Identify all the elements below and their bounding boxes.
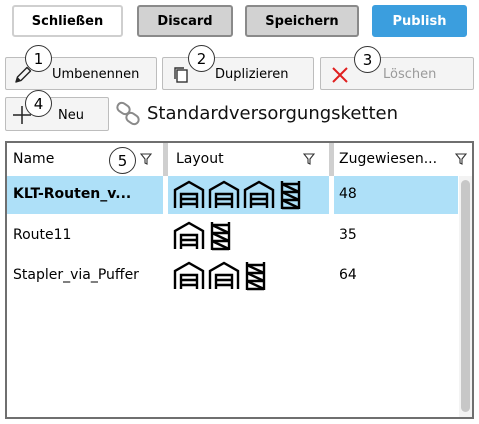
publish-button-label: Publish xyxy=(392,13,447,29)
layout-icons xyxy=(172,260,271,292)
rename-label: Umbenennen xyxy=(52,67,140,82)
assigned-cell: 48 xyxy=(334,176,458,214)
table-row[interactable]: Stapler_via_Puffer 64 xyxy=(7,257,458,295)
layout-cell xyxy=(168,257,329,295)
column-header-assigned-label: Zugewiesen... xyxy=(339,151,438,167)
publish-button[interactable]: Publish xyxy=(372,5,467,37)
scrollbar-thumb[interactable] xyxy=(461,180,470,412)
column-header-name[interactable]: Name xyxy=(7,143,163,176)
callout-badge-5: 5 xyxy=(109,147,136,174)
callout-badge-2: 2 xyxy=(188,45,215,72)
name-text: Route11 xyxy=(13,227,72,243)
close-button[interactable]: Schließen xyxy=(12,5,123,37)
callout-badge-4: 4 xyxy=(25,90,52,117)
column-header-layout[interactable]: Layout xyxy=(168,143,329,176)
new-button[interactable]: Neu xyxy=(5,97,109,131)
save-button[interactable]: Speichern xyxy=(245,5,359,37)
warehouse-icon xyxy=(243,180,275,208)
warehouse-icon xyxy=(173,180,205,208)
close-button-label: Schließen xyxy=(31,13,104,29)
name-cell: Stapler_via_Puffer xyxy=(7,257,163,295)
layout-icons xyxy=(172,179,306,211)
warehouse-icon xyxy=(208,261,240,289)
delete-label: Löschen xyxy=(383,67,437,82)
layout-icons xyxy=(172,220,236,252)
name-text: KLT-Routen_v... xyxy=(13,186,132,202)
save-button-label: Speichern xyxy=(265,13,339,29)
name-text: Stapler_via_Puffer xyxy=(13,267,139,283)
assigned-text: 35 xyxy=(339,227,357,243)
vertical-scrollbar[interactable] xyxy=(459,176,472,417)
duplicate-button[interactable]: Duplizieren xyxy=(162,57,314,90)
assigned-cell: 35 xyxy=(334,217,458,255)
table-row[interactable]: Route11 35 xyxy=(7,217,458,255)
callout-badge-1: 1 xyxy=(25,45,52,72)
column-header-layout-label: Layout xyxy=(176,151,224,167)
new-label: Neu xyxy=(58,108,84,123)
filter-icon[interactable] xyxy=(140,153,152,165)
rack-icon xyxy=(245,262,266,291)
copy-icon xyxy=(174,67,188,83)
column-header-assigned[interactable]: Zugewiesen... xyxy=(334,143,472,176)
callout-badge-3: 3 xyxy=(354,46,381,73)
table-row[interactable]: KLT-Routen_v... 48 xyxy=(7,176,458,214)
assigned-text: 48 xyxy=(339,186,357,202)
warehouse-icon xyxy=(173,221,205,249)
filter-icon[interactable] xyxy=(455,153,467,165)
duplicate-label: Duplizieren xyxy=(215,67,289,82)
delete-x-icon xyxy=(332,67,348,83)
assigned-cell: 64 xyxy=(334,257,458,295)
chain-link-icon xyxy=(116,101,140,126)
name-cell: Route11 xyxy=(7,217,163,255)
column-header-name-label: Name xyxy=(13,151,55,167)
warehouse-icon xyxy=(208,180,240,208)
assigned-text: 64 xyxy=(339,267,357,283)
layout-cell xyxy=(168,176,329,214)
warehouse-icon xyxy=(173,261,205,289)
layout-cell xyxy=(168,217,329,255)
page-title: Standardversorgungsketten xyxy=(147,103,398,124)
rack-icon xyxy=(210,222,231,251)
delete-button[interactable]: Löschen xyxy=(320,57,474,90)
discard-button-label: Discard xyxy=(157,13,213,29)
supply-chain-table: Name 5 Layout Zugewiesen... KLT-Routen_v… xyxy=(5,141,474,419)
discard-button[interactable]: Discard xyxy=(137,5,233,37)
rack-icon xyxy=(280,181,301,210)
filter-icon[interactable] xyxy=(303,153,315,165)
name-cell: KLT-Routen_v... xyxy=(7,176,163,214)
